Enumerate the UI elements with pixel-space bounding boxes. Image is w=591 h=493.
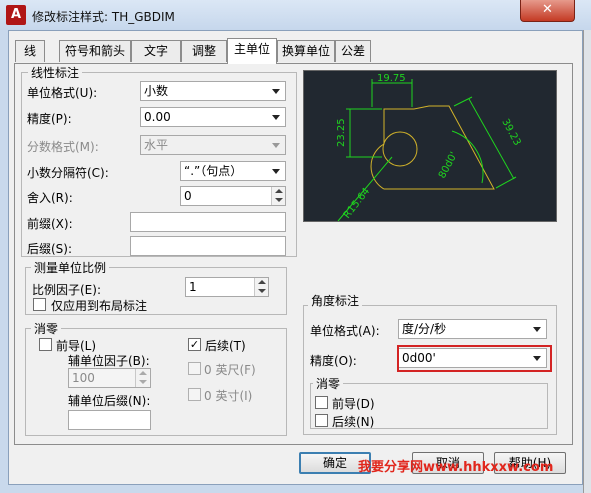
tab-symbols-arrows[interactable]: 符号和箭头 bbox=[59, 40, 131, 62]
prefix-input[interactable] bbox=[130, 212, 286, 232]
decimal-separator-label: 小数分隔符(C): bbox=[27, 166, 109, 180]
angular-trailing-label: 后续(N) bbox=[332, 415, 375, 429]
chevron-down-icon bbox=[272, 115, 280, 120]
decimal-separator-select[interactable]: “.”（句点） bbox=[180, 161, 286, 181]
autocad-app-icon: A bbox=[6, 5, 26, 25]
sub-unit-factor-label: 辅单位因子(B): bbox=[68, 354, 150, 368]
preview-dim-slant: 39.23 bbox=[499, 117, 522, 147]
tab-lines[interactable]: 线 bbox=[15, 40, 45, 62]
zero-inches-checkbox[interactable] bbox=[188, 388, 201, 401]
trailing-zero-label: 后续(T) bbox=[205, 339, 246, 353]
chevron-down-icon bbox=[272, 143, 280, 148]
part-outline bbox=[370, 105, 495, 190]
red-highlight-box bbox=[397, 345, 552, 372]
tab-fit[interactable]: 调整 bbox=[181, 40, 227, 62]
unit-format-select[interactable]: 小数 bbox=[140, 81, 286, 101]
angular-dimensions-title: 角度标注 bbox=[308, 292, 363, 309]
precision-value: 0.00 bbox=[144, 110, 171, 124]
window-title: 修改标注样式: TH_GBDIM bbox=[32, 10, 175, 24]
zero-feet-checkbox[interactable] bbox=[188, 362, 201, 375]
chevron-down-icon bbox=[272, 169, 280, 174]
prefix-label: 前缀(X): bbox=[27, 217, 73, 231]
unit-format-value: 小数 bbox=[144, 84, 169, 98]
chevron-down-icon bbox=[533, 327, 541, 332]
preview-angle: 80d0' bbox=[437, 150, 460, 180]
tab-primary-units[interactable]: 主单位 bbox=[227, 38, 277, 64]
angular-zero-suppression-title: 消零 bbox=[313, 375, 344, 392]
fraction-format-label: 分数格式(M): bbox=[27, 140, 99, 154]
preview-geometry bbox=[370, 105, 495, 190]
leading-zero-checkbox[interactable] bbox=[39, 338, 52, 351]
linear-dimensions-title: 线性标注 bbox=[28, 64, 83, 81]
precision-label: 精度(P): bbox=[27, 112, 72, 126]
zero-suppression-title: 消零 bbox=[31, 320, 62, 337]
tab-text[interactable]: 文字 bbox=[131, 40, 181, 62]
round-off-label: 舍入(R): bbox=[27, 191, 73, 205]
unit-format-label: 单位格式(U): bbox=[27, 86, 98, 100]
fraction-format-value: 水平 bbox=[144, 138, 169, 152]
suffix-input[interactable] bbox=[130, 236, 286, 256]
zero-feet-label: 0 英尺(F) bbox=[204, 363, 256, 377]
round-off-spinner[interactable] bbox=[271, 187, 285, 205]
decimal-separator-value: “.”（句点） bbox=[184, 164, 243, 178]
suffix-label: 后缀(S): bbox=[27, 242, 73, 256]
close-button[interactable]: ✕ bbox=[520, 0, 575, 22]
angular-trailing-checkbox[interactable] bbox=[315, 414, 328, 427]
chevron-down-icon bbox=[272, 89, 280, 94]
angular-leading-label: 前导(D) bbox=[332, 397, 375, 411]
scale-factor-spinner[interactable] bbox=[254, 278, 268, 296]
sub-unit-suffix-input[interactable] bbox=[68, 410, 151, 430]
precision-select[interactable]: 0.00 bbox=[140, 107, 286, 127]
zero-inches-label: 0 英寸(I) bbox=[204, 389, 253, 403]
layout-only-checkbox[interactable] bbox=[33, 298, 46, 311]
layout-only-label: 仅应用到布局标注 bbox=[51, 299, 148, 313]
preview-dim-top: 19.75 bbox=[377, 73, 406, 84]
preview-dim-left: 23.25 bbox=[336, 118, 347, 147]
angular-unit-format-value: 度/分/秒 bbox=[402, 322, 447, 336]
preview-radius: R15.64 bbox=[342, 186, 373, 221]
background-window-edge bbox=[583, 30, 591, 493]
sub-unit-suffix-label: 辅单位后缀(N): bbox=[68, 394, 151, 408]
dimension-preview: 19.75 23.25 39.23 80d0' R15.64 bbox=[303, 70, 557, 222]
angular-precision-label: 精度(O): bbox=[310, 354, 357, 368]
site-watermark: 我要分享网www.hhkxxw.com bbox=[358, 460, 554, 475]
angular-leading-checkbox[interactable] bbox=[315, 396, 328, 409]
trailing-zero-checkbox[interactable]: ✓ bbox=[188, 338, 201, 351]
angular-unit-format-select[interactable]: 度/分/秒 bbox=[398, 319, 547, 339]
measurement-scale-title: 测量单位比例 bbox=[31, 259, 110, 276]
fraction-format-select[interactable]: 水平 bbox=[140, 135, 286, 155]
tab-alternate-units[interactable]: 换算单位 bbox=[277, 40, 335, 62]
sub-unit-factor-spinner[interactable] bbox=[135, 369, 149, 387]
angular-unit-format-label: 单位格式(A): bbox=[310, 324, 380, 338]
scale-factor-label: 比例因子(E): bbox=[32, 283, 101, 297]
preview-drawing: 19.75 23.25 39.23 80d0' R15.64 bbox=[336, 73, 523, 222]
tab-tolerances[interactable]: 公差 bbox=[335, 40, 371, 62]
